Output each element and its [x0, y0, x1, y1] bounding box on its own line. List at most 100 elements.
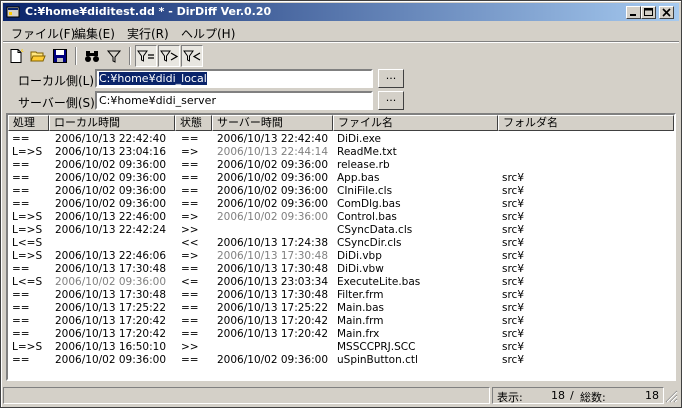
cell-action: == — [12, 198, 30, 210]
cell-server-time: 2006/10/02 09:36:00 — [217, 172, 329, 184]
cell-server-time: 2006/10/13 17:30:48 — [217, 263, 329, 275]
filter-left-icon — [183, 50, 201, 62]
cell-local-time: 2006/10/02 09:36:00 — [55, 354, 167, 366]
cell-file-name: uSpinButton.ctl — [337, 354, 418, 366]
total-count: 18 — [645, 389, 659, 402]
status-panel-count: 表示: 18 / 総数: 18 — [492, 387, 664, 404]
cell-server-time: 2006/10/02 09:36:00 — [217, 354, 329, 366]
minimize-button[interactable] — [626, 6, 641, 19]
app-window: C:¥home¥diditest.dd * - DirDiff Ver.0.20… — [0, 0, 682, 408]
resize-grip-icon[interactable] — [665, 390, 678, 403]
new-button[interactable] — [5, 45, 27, 67]
cell-state: => — [181, 146, 199, 158]
cell-local-time: 2006/10/13 16:50:10 — [55, 341, 167, 353]
title-bar[interactable]: C:¥home¥diditest.dd * - DirDiff Ver.0.20 — [3, 3, 679, 21]
cell-action: L=>S — [12, 211, 43, 223]
cell-state: >> — [181, 224, 199, 236]
table-row[interactable]: L=>S 2006/10/13 23:04:16 => 2006/10/13 22:4… — [8, 146, 674, 159]
table-row[interactable]: L=>S 2006/10/13 22:42:24 >> CSyncData.cls sr… — [8, 224, 674, 237]
cell-state: == — [181, 289, 199, 301]
cell-file-name: Main.bas — [337, 302, 384, 314]
cell-local-time: 2006/10/02 09:36:00 — [55, 172, 167, 184]
menu-edit[interactable]: 編集(E) — [74, 25, 115, 42]
server-path-field[interactable]: C:¥home¥didi_server — [95, 91, 373, 110]
window-title: C:¥home¥diditest.dd * - DirDiff Ver.0.20 — [25, 5, 272, 18]
cell-local-time: 2006/10/13 17:30:48 — [55, 289, 167, 301]
table-row[interactable]: == 2006/10/02 09:36:00 == 2006/10/02 09:36:… — [8, 354, 674, 367]
local-path-value: C:¥home¥didi_local — [99, 72, 207, 85]
close-button[interactable] — [659, 6, 674, 19]
filter-button[interactable] — [103, 45, 125, 67]
local-path-field[interactable]: C:¥home¥didi_local — [95, 69, 373, 88]
menu-file[interactable]: ファイル(F) — [11, 25, 75, 42]
table-row[interactable]: L=>S 2006/10/13 16:50:10 >> MSSCCPRJ.SCC src… — [8, 341, 674, 354]
binoculars-icon — [85, 51, 99, 62]
filter-right-button[interactable] — [158, 45, 180, 67]
cell-action: L=>S — [12, 224, 43, 236]
find-button[interactable] — [81, 45, 103, 67]
cell-local-time: 2006/10/13 17:30:48 — [55, 263, 167, 275]
menu-run[interactable]: 実行(R) — [127, 25, 169, 42]
cell-server-time: 2006/10/13 17:30:48 — [217, 289, 329, 301]
table-row[interactable]: == 2006/10/02 09:36:00 == 2006/10/02 09:36:… — [8, 198, 674, 211]
cell-local-time: 2006/10/02 09:36:00 — [55, 185, 167, 197]
col-state[interactable]: 状態 — [175, 115, 212, 131]
cell-server-time: 2006/10/02 09:36:00 — [217, 211, 329, 223]
cell-action: == — [12, 354, 30, 366]
cell-action: L<=S — [12, 237, 43, 249]
cell-local-time: 2006/10/02 09:36:00 — [55, 276, 167, 288]
maximize-button[interactable] — [641, 6, 656, 19]
status-panel-main — [3, 387, 490, 404]
cell-state: => — [181, 211, 199, 223]
table-row[interactable]: L<=S 2006/10/02 09:36:00 <= 2006/10/13 23:0… — [8, 276, 674, 289]
cell-file-name: DiDi.exe — [337, 133, 381, 145]
toolbar-separator — [129, 47, 131, 65]
table-row[interactable]: == 2006/10/13 17:30:48 == 2006/10/13 17:30:… — [8, 289, 674, 302]
table-row[interactable]: == 2006/10/02 09:36:00 == 2006/10/02 09:36:… — [8, 172, 674, 185]
menu-help[interactable]: ヘルプ(H) — [181, 25, 235, 42]
col-folder-name[interactable]: フォルダ名 — [498, 115, 674, 131]
cell-state: >> — [181, 341, 199, 353]
cell-server-time: 2006/10/13 22:44:14 — [217, 146, 329, 158]
local-path-label: ローカル側(L): — [18, 74, 99, 88]
table-row[interactable]: L=>S 2006/10/13 22:46:00 => 2006/10/02 09:3… — [8, 211, 674, 224]
cell-file-name: MSSCCPRJ.SCC — [337, 341, 416, 353]
col-file-name[interactable]: ファイル名 — [333, 115, 498, 131]
cell-server-time: 2006/10/02 09:36:00 — [217, 198, 329, 210]
cell-folder-name: src¥ — [502, 341, 525, 353]
open-button[interactable] — [27, 45, 49, 67]
col-local-time[interactable]: ローカル時間 — [49, 115, 175, 131]
close-icon — [662, 8, 671, 17]
menu-bar: ファイル(F) 編集(E) 実行(R) ヘルプ(H) — [3, 22, 679, 41]
cell-local-time: 2006/10/13 17:20:42 — [55, 315, 167, 327]
display-count: 18 — [551, 389, 565, 402]
table-row[interactable]: L=>S 2006/10/13 22:46:06 => 2006/10/13 17:3… — [8, 250, 674, 263]
filter-equal-button[interactable] — [135, 45, 157, 67]
col-action[interactable]: 処理 — [8, 115, 49, 131]
cell-server-time: 2006/10/13 17:20:42 — [217, 328, 329, 340]
filter-left-button[interactable] — [181, 45, 203, 67]
table-row[interactable]: L<=S << 2006/10/13 17:24:38 CSyncDir.cls src… — [8, 237, 674, 250]
file-list[interactable]: 処理 ローカル時間 状態 サーバー時間 ファイル名 フォルダ名 == 2006/1… — [6, 113, 676, 381]
col-server-time[interactable]: サーバー時間 — [212, 115, 333, 131]
cell-file-name: Main.frm — [337, 315, 384, 327]
cell-folder-name: src¥ — [502, 198, 525, 210]
table-row[interactable]: == 2006/10/13 17:25:22 == 2006/10/13 17:25:… — [8, 302, 674, 315]
table-row[interactable]: == 2006/10/13 17:30:48 == 2006/10/13 17:30:… — [8, 263, 674, 276]
toolbar — [3, 44, 679, 68]
table-row[interactable]: == 2006/10/13 22:42:40 == 2006/10/13 22:42:… — [8, 133, 674, 146]
table-row[interactable]: == 2006/10/13 17:20:42 == 2006/10/13 17:20:… — [8, 315, 674, 328]
filter-right-icon — [160, 50, 178, 62]
count-separator: / — [570, 389, 574, 402]
table-row[interactable]: == 2006/10/02 09:36:00 == 2006/10/02 09:36:… — [8, 159, 674, 172]
save-button[interactable] — [49, 45, 71, 67]
cell-folder-name: src¥ — [502, 289, 525, 301]
server-browse-button[interactable]: ... — [378, 91, 404, 110]
cell-state: == — [181, 133, 199, 145]
table-row[interactable]: == 2006/10/02 09:36:00 == 2006/10/02 09:36:… — [8, 185, 674, 198]
cell-folder-name: src¥ — [502, 172, 525, 184]
local-browse-button[interactable]: ... — [378, 69, 404, 88]
open-folder-icon — [30, 51, 46, 62]
table-row[interactable]: == 2006/10/13 17:20:42 == 2006/10/13 17:20:… — [8, 328, 674, 341]
cell-state: <= — [181, 276, 199, 288]
